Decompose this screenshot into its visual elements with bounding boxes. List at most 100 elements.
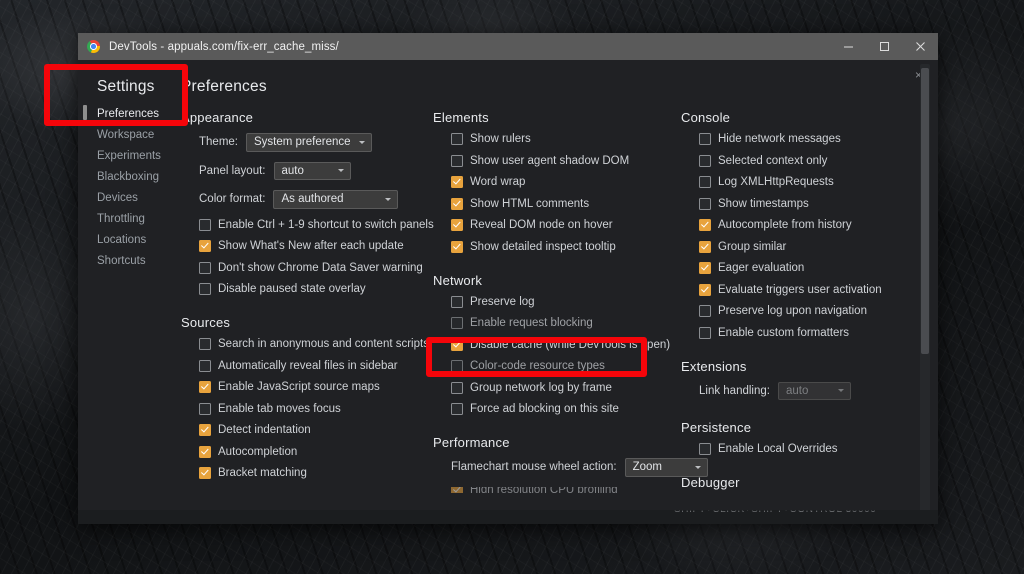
checkbox-icon[interactable] (699, 327, 711, 339)
checkbox-icon[interactable] (199, 283, 211, 295)
vertical-scrollbar[interactable] (920, 64, 930, 518)
sidebar-item-devices[interactable]: Devices (78, 187, 181, 208)
checkbox-row[interactable]: Force ad blocking on this site (451, 403, 681, 415)
checkbox-row[interactable]: Group network log by frame (451, 382, 681, 394)
checkbox-icon[interactable] (699, 198, 711, 210)
checkbox-label: Autocomplete from history (718, 219, 852, 231)
devtools-window: DevTools - appuals.com/fix-err_cache_mis… (78, 33, 938, 524)
checkbox-row[interactable]: Show What's New after each update (199, 240, 433, 252)
minimize-icon[interactable] (830, 33, 866, 60)
checkbox-row[interactable]: Word wrap (451, 176, 681, 188)
checkbox-row[interactable]: Enable request blocking (451, 317, 681, 329)
checkbox-row[interactable]: Show timestamps (699, 198, 931, 210)
link-handling-select[interactable]: auto (778, 382, 851, 401)
checkbox-label: Enable custom formatters (718, 327, 849, 339)
checkbox-icon[interactable] (199, 424, 211, 436)
checkbox-row[interactable]: Search in anonymous and content scripts (199, 338, 433, 350)
section-title: Network (433, 273, 681, 288)
checkbox-row[interactable]: Show rulers (451, 133, 681, 145)
settings-sidebar: Settings Preferences Workspace Experimen… (78, 60, 181, 524)
sidebar-item-shortcuts[interactable]: Shortcuts (78, 250, 181, 271)
checkbox-icon[interactable] (451, 296, 463, 308)
checkbox-label: Enable request blocking (470, 317, 593, 329)
checkbox-row[interactable]: Disable paused state overlay (199, 283, 433, 295)
checkbox-icon[interactable] (451, 155, 463, 167)
window-titlebar[interactable]: DevTools - appuals.com/fix-err_cache_mis… (78, 33, 938, 60)
panel-layout-select[interactable]: auto (274, 162, 351, 181)
checkbox-row[interactable]: Preserve log upon navigation (699, 305, 931, 317)
checkbox-icon[interactable] (699, 305, 711, 317)
sidebar-item-experiments[interactable]: Experiments (78, 145, 181, 166)
checkbox-row[interactable]: Enable JavaScript source maps (199, 381, 433, 393)
checkbox-row[interactable]: Enable Ctrl + 1-9 shortcut to switch pan… (199, 219, 433, 231)
sidebar-item-preferences[interactable]: Preferences (78, 103, 181, 124)
color-format-select[interactable]: As authored (273, 190, 398, 209)
checkbox-row[interactable]: Evaluate triggers user activation (699, 284, 931, 296)
checkbox-icon[interactable] (199, 403, 211, 415)
close-icon[interactable] (902, 33, 938, 60)
settings-dialog: Settings Preferences Workspace Experimen… (78, 60, 938, 524)
checkbox-icon[interactable] (451, 198, 463, 210)
checkbox-icon[interactable] (699, 133, 711, 145)
checkbox-row[interactable]: Enable custom formatters (699, 327, 931, 339)
sidebar-item-throttling[interactable]: Throttling (78, 208, 181, 229)
checkbox-row[interactable]: Log XMLHttpRequests (699, 176, 931, 188)
checkbox-label: Reveal DOM node on hover (470, 219, 613, 231)
theme-select[interactable]: System preference (246, 133, 372, 152)
checkbox-icon[interactable] (451, 360, 463, 372)
checkbox-icon[interactable] (451, 241, 463, 253)
checkbox-row[interactable]: Hide network messages (699, 133, 931, 145)
checkbox-icon[interactable] (699, 262, 711, 274)
sidebar-item-locations[interactable]: Locations (78, 229, 181, 250)
checkbox-row[interactable]: Group similar (699, 241, 931, 253)
checkbox-icon[interactable] (451, 219, 463, 231)
preferences-pane: × Preferences Appearance Theme: System p… (181, 60, 938, 524)
checkbox-row-disable-cache[interactable]: Disable cache (while DevTools is open) (451, 339, 681, 351)
maximize-icon[interactable] (866, 33, 902, 60)
checkbox-row[interactable]: Show detailed inspect tooltip (451, 241, 681, 253)
checkbox-row[interactable]: Preserve log (451, 296, 681, 308)
checkbox-row[interactable]: Show user agent shadow DOM (451, 155, 681, 167)
checkbox-icon[interactable] (699, 443, 711, 455)
checkbox-icon[interactable] (199, 360, 211, 372)
checkbox-row[interactable]: Reveal DOM node on hover (451, 219, 681, 231)
checkbox-row[interactable]: Autocomplete from history (699, 219, 931, 231)
checkbox-icon[interactable] (451, 339, 463, 351)
checkbox-icon[interactable] (699, 241, 711, 253)
checkbox-row[interactable]: Selected context only (699, 155, 931, 167)
checkbox-icon[interactable] (199, 262, 211, 274)
checkbox-icon[interactable] (199, 219, 211, 231)
scrollbar-thumb[interactable] (921, 68, 929, 354)
checkbox-icon[interactable] (699, 284, 711, 296)
checkbox-row[interactable]: Enable tab moves focus (199, 403, 433, 415)
color-format-label: Color format: (199, 193, 265, 205)
checkbox-row[interactable]: Automatically reveal files in sidebar (199, 360, 433, 372)
checkbox-row[interactable]: Detect indentation (199, 424, 433, 436)
sidebar-item-workspace[interactable]: Workspace (78, 124, 181, 145)
checkbox-row[interactable]: Color-code resource types (451, 360, 681, 372)
flamechart-select[interactable]: Zoom (625, 458, 708, 477)
checkbox-icon[interactable] (451, 382, 463, 394)
checkbox-icon[interactable] (451, 317, 463, 329)
checkbox-row[interactable]: Enable Local Overrides (699, 443, 931, 455)
checkbox-icon[interactable] (699, 176, 711, 188)
checkbox-icon[interactable] (199, 467, 211, 479)
sidebar-item-blackboxing[interactable]: Blackboxing (78, 166, 181, 187)
checkbox-icon[interactable] (199, 446, 211, 458)
checkbox-icon[interactable] (199, 240, 211, 252)
checkbox-icon[interactable] (199, 338, 211, 350)
link-handling-row: Link handling: auto (699, 382, 931, 401)
checkbox-row[interactable]: Autocompletion (199, 446, 433, 458)
checkbox-icon[interactable] (699, 155, 711, 167)
checkbox-icon[interactable] (451, 133, 463, 145)
checkbox-icon[interactable] (199, 381, 211, 393)
checkbox-row-clipped[interactable]: High resolution CPU profiling (451, 487, 681, 493)
checkbox-row[interactable]: Show HTML comments (451, 198, 681, 210)
checkbox-icon[interactable] (451, 176, 463, 188)
checkbox-row[interactable]: Bracket matching (199, 467, 433, 479)
checkbox-icon[interactable] (451, 403, 463, 415)
checkbox-icon[interactable] (699, 219, 711, 231)
checkbox-icon[interactable] (451, 487, 463, 493)
checkbox-row[interactable]: Eager evaluation (699, 262, 931, 274)
checkbox-row[interactable]: Don't show Chrome Data Saver warning (199, 262, 433, 274)
